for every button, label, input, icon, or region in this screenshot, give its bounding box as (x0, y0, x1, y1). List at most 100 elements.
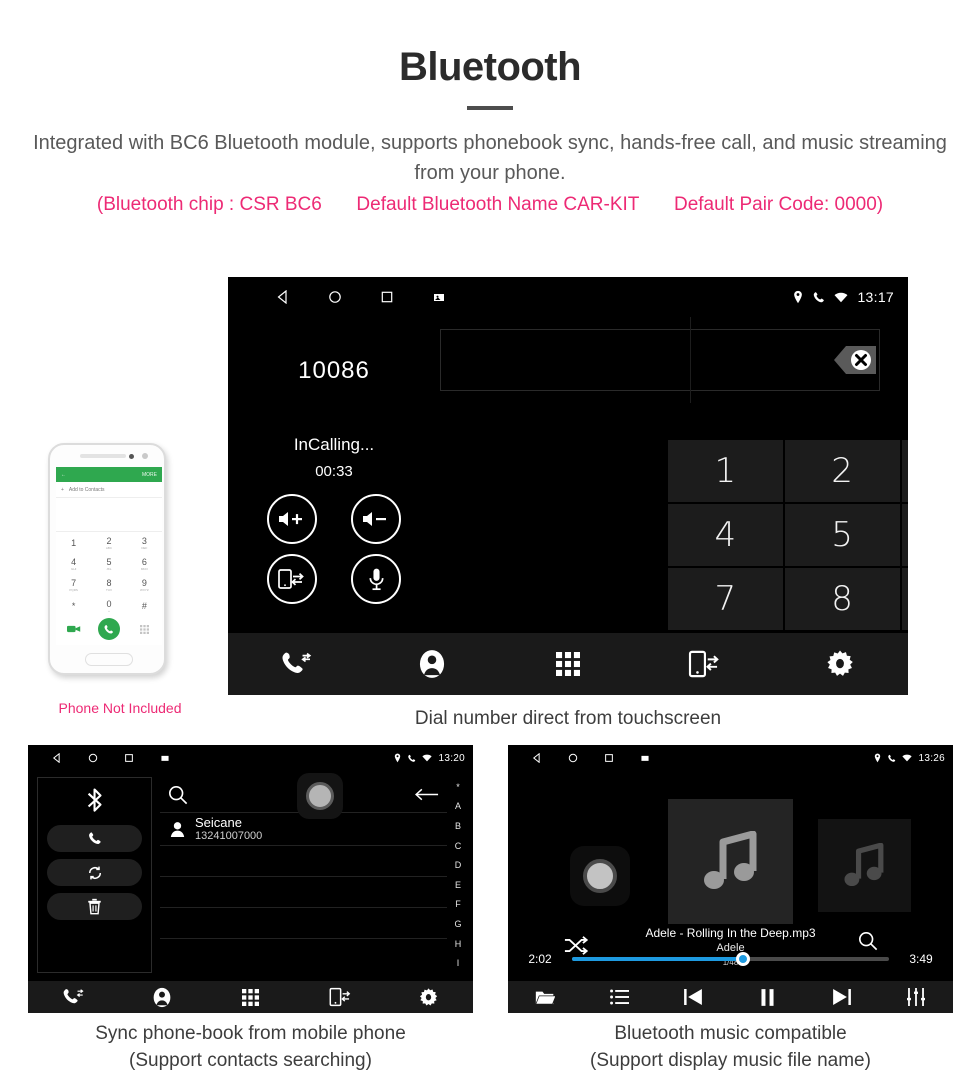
index-letter[interactable]: I (457, 958, 460, 968)
key-9[interactable]: 9 (901, 568, 908, 630)
volume-down-button[interactable] (351, 494, 401, 544)
search-icon[interactable] (168, 785, 188, 805)
screenshot-icon[interactable] (432, 290, 446, 304)
album-art-next[interactable] (818, 819, 911, 912)
key-1[interactable]: 1 (668, 440, 783, 502)
microphone-icon (367, 567, 386, 592)
nav-phone-sync[interactable] (636, 650, 772, 678)
phone-more-label[interactable]: MORE (142, 472, 157, 478)
dial-input[interactable] (440, 329, 880, 391)
phone-key[interactable]: 1 (56, 532, 91, 553)
recents-icon[interactable] (380, 290, 394, 304)
phone-key-letters: ABC (105, 545, 113, 550)
phone-key[interactable]: 6 MNO (127, 553, 162, 574)
index-letter[interactable]: * (456, 782, 460, 792)
phonebook-status-bar: 13:20 (28, 745, 473, 771)
phone-icon (407, 754, 416, 763)
back-icon[interactable] (52, 753, 62, 763)
playlist-button[interactable] (582, 989, 656, 1005)
alphabet-index[interactable]: * A B C D E F G H I (449, 777, 467, 973)
nav-contacts[interactable] (364, 649, 500, 679)
index-letter[interactable]: C (455, 841, 462, 851)
phone-key[interactable]: # (127, 595, 162, 616)
key-2[interactable]: 2 (784, 440, 900, 502)
nav-call-log[interactable] (228, 650, 364, 678)
folder-button[interactable] (508, 989, 582, 1006)
key-4[interactable]: 4 (668, 504, 783, 566)
phone-add-contact-row[interactable]: + Add to Contacts (56, 482, 162, 498)
contacts-icon (419, 649, 445, 679)
phone-key[interactable]: 5 JKL (91, 553, 126, 574)
home-icon[interactable] (328, 290, 342, 304)
index-letter[interactable]: A (455, 801, 461, 811)
phone-key[interactable]: 9 WXYZ (127, 574, 162, 595)
rotary-knob-inner (583, 859, 617, 893)
key-8[interactable]: 8 (784, 568, 900, 630)
phone-key[interactable]: 2 ABC (91, 532, 126, 553)
phone-keypad-toggle[interactable] (127, 624, 162, 634)
phonebook-back-arrow[interactable] (415, 788, 439, 801)
equalizer-button[interactable] (879, 988, 953, 1006)
phone-key[interactable]: 8 TUV (91, 574, 126, 595)
key-7[interactable]: 7 (668, 568, 783, 630)
phone-video-call-button[interactable] (56, 625, 91, 633)
nav-settings[interactable] (772, 650, 908, 678)
previous-button[interactable] (656, 989, 730, 1005)
home-icon[interactable] (88, 753, 98, 763)
back-icon[interactable] (276, 290, 290, 304)
phone-home-button[interactable] (85, 653, 133, 666)
phonebook-delete-button[interactable] (47, 893, 142, 920)
index-letter[interactable]: G (454, 919, 461, 929)
recents-icon[interactable] (124, 753, 134, 763)
home-icon[interactable] (568, 753, 578, 763)
phone-number-field (56, 498, 162, 532)
phone-key[interactable]: 0 + (91, 595, 126, 616)
phone-key[interactable]: * (56, 595, 91, 616)
phone-key-letters: JKL (106, 566, 112, 571)
transfer-to-phone-button[interactable] (267, 554, 317, 604)
index-letter[interactable]: D (455, 860, 462, 870)
nav-dialpad[interactable] (500, 652, 636, 676)
phonebook-sync-button[interactable] (47, 859, 142, 886)
index-letter[interactable]: E (455, 880, 461, 890)
phone-key[interactable]: 4 GHI (56, 553, 91, 574)
phone-key-digit: 8 (106, 577, 112, 588)
nav-phone-sync[interactable] (295, 987, 384, 1007)
seek-handle[interactable] (736, 952, 751, 966)
phone-call-button[interactable] (91, 618, 126, 640)
status-time: 13:26 (918, 752, 945, 764)
screenshot-icon[interactable] (640, 753, 650, 763)
rotary-knob-overlay[interactable] (570, 846, 630, 906)
phonebook-bottom-nav (28, 981, 473, 1013)
pause-button[interactable] (731, 988, 805, 1006)
screenshot-icon[interactable] (160, 753, 170, 763)
nav-contacts[interactable] (117, 987, 206, 1008)
nav-dialpad[interactable] (206, 988, 295, 1006)
next-button[interactable] (805, 989, 879, 1005)
volume-up-button[interactable] (267, 494, 317, 544)
backspace-button[interactable] (818, 343, 878, 377)
phone-key-digit: # (141, 600, 147, 611)
add-contact-label: Add to Contacts (68, 486, 105, 493)
rotary-knob-overlay[interactable] (297, 773, 343, 819)
back-icon[interactable] (532, 753, 542, 763)
index-letter[interactable]: H (455, 939, 462, 949)
nav-call-log[interactable] (28, 987, 117, 1007)
phone-key[interactable]: 3 DEF (127, 532, 162, 553)
phone-key[interactable]: 7 PQRS (56, 574, 91, 595)
album-art-current[interactable] (668, 799, 793, 924)
index-letter[interactable]: B (455, 821, 461, 831)
track-title: Adele - Rolling In the Deep.mp3 (645, 926, 816, 940)
phonebook-search-row[interactable] (160, 773, 447, 819)
key-3[interactable]: 3 (901, 440, 908, 502)
key-5[interactable]: 5 (784, 504, 900, 566)
index-letter[interactable]: F (455, 899, 461, 909)
phone-back-icon[interactable]: ← (61, 472, 66, 478)
mute-button[interactable] (351, 554, 401, 604)
nav-settings[interactable] (384, 987, 473, 1007)
phone-key-letters: PQRS (69, 587, 78, 592)
seek-bar[interactable] (572, 952, 889, 966)
phonebook-call-button[interactable] (47, 825, 142, 852)
recents-icon[interactable] (604, 753, 614, 763)
key-6[interactable]: 6 (901, 504, 908, 566)
